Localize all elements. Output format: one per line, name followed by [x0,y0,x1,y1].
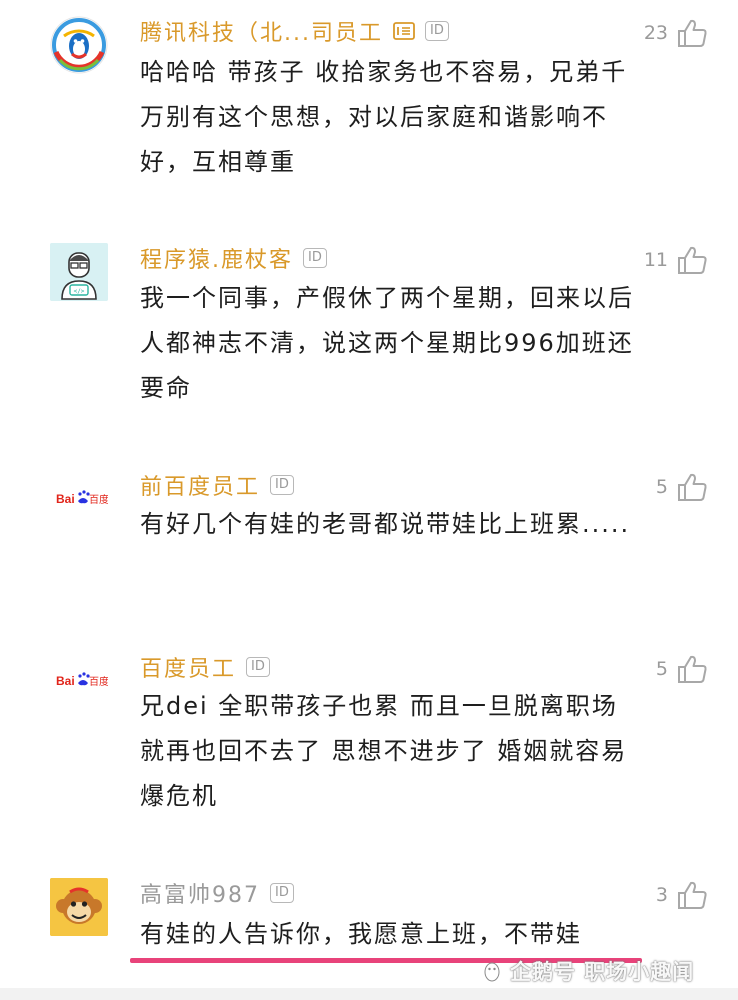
like-count: 23 [643,22,668,44]
like-button[interactable]: 3 [656,880,708,910]
like-count: 11 [643,249,668,271]
watermark-text: 企鹅号 职场小趣闻 [510,960,695,984]
username-row: 腾讯科技（北...司员工 ID [140,16,449,46]
username[interactable]: 高富帅987 [140,877,260,909]
svg-text:百度: 百度 [89,493,108,506]
comment-text: 有好几个有娃的老哥都说带娃比上班累..... [140,510,631,538]
like-count: 5 [655,476,668,498]
comment-text: 兄dei 全职带孩子也累 而且一旦脱离职场就再也回不去了 思想不进步了 婚姻就容… [140,692,628,810]
monkey-avatar-icon [50,878,108,936]
penguin-watermark-icon [484,962,500,982]
thumbs-up-icon [678,473,707,501]
username-row: 程序猿.鹿杖客 ID [140,243,327,273]
like-count: 3 [655,884,668,906]
thumbs-up-icon [678,19,707,47]
tencent-qq-avatar[interactable] [50,16,108,74]
baidu-avatar[interactable]: Bai 百度 [50,652,108,710]
like-button[interactable]: 11 [644,245,708,275]
username-row: 百度员工 ID [140,652,270,682]
svg-text:Bai: Bai [56,674,75,688]
monkey-avatar[interactable] [50,878,108,936]
coder-avatar[interactable]: </> [50,243,108,301]
watermark: 企鹅号 职场小趣闻 [480,956,694,986]
comment-feed: 腾讯科技（北...司员工 ID 23 哈哈哈 带孩子 收拾家务也不容易，兄弟千万… [0,0,738,1000]
svg-text:百度: 百度 [89,675,108,688]
bottom-bar [0,988,738,1000]
like-button[interactable]: 23 [644,18,708,48]
id-badge: ID [246,657,270,677]
thumbs-up-icon [678,655,707,683]
verified-badge-icon [393,22,415,40]
svg-text:</>: </> [74,288,85,295]
comment-text: 我一个同事，产假休了两个星期，回来以后人都神志不清，说这两个星期比996加班还要… [140,284,634,402]
comment-text: 有娃的人告诉你，我愿意上班，不带娃 [140,920,582,948]
like-button[interactable]: 5 [656,472,708,502]
id-badge: ID [303,248,327,268]
svg-text:Bai: Bai [56,492,75,506]
like-count: 5 [655,658,668,680]
comment-text: 哈哈哈 带孩子 收拾家务也不容易，兄弟千万别有这个思想，对以后家庭和谐影响不好，… [140,58,628,176]
id-badge: ID [270,475,294,495]
username[interactable]: 腾讯科技（北...司员工 [140,15,383,47]
thumbs-up-icon [678,246,707,274]
username-row: 前百度员工 ID [140,470,294,500]
username[interactable]: 前百度员工 [140,469,260,501]
id-badge: ID [270,883,294,903]
thumbs-up-icon [678,881,707,909]
baidu-logo-icon: Bai 百度 [56,490,108,506]
username-row: 高富帅987 ID [140,878,294,908]
username[interactable]: 百度员工 [140,651,236,683]
baidu-logo-icon: Bai 百度 [56,672,108,688]
username[interactable]: 程序猿.鹿杖客 [140,242,293,274]
id-badge: ID [424,21,449,41]
qq-penguin-icon [50,16,108,74]
baidu-avatar[interactable]: Bai 百度 [50,470,108,528]
like-button[interactable]: 5 [656,654,708,684]
coder-avatar-icon: </> [50,243,108,301]
